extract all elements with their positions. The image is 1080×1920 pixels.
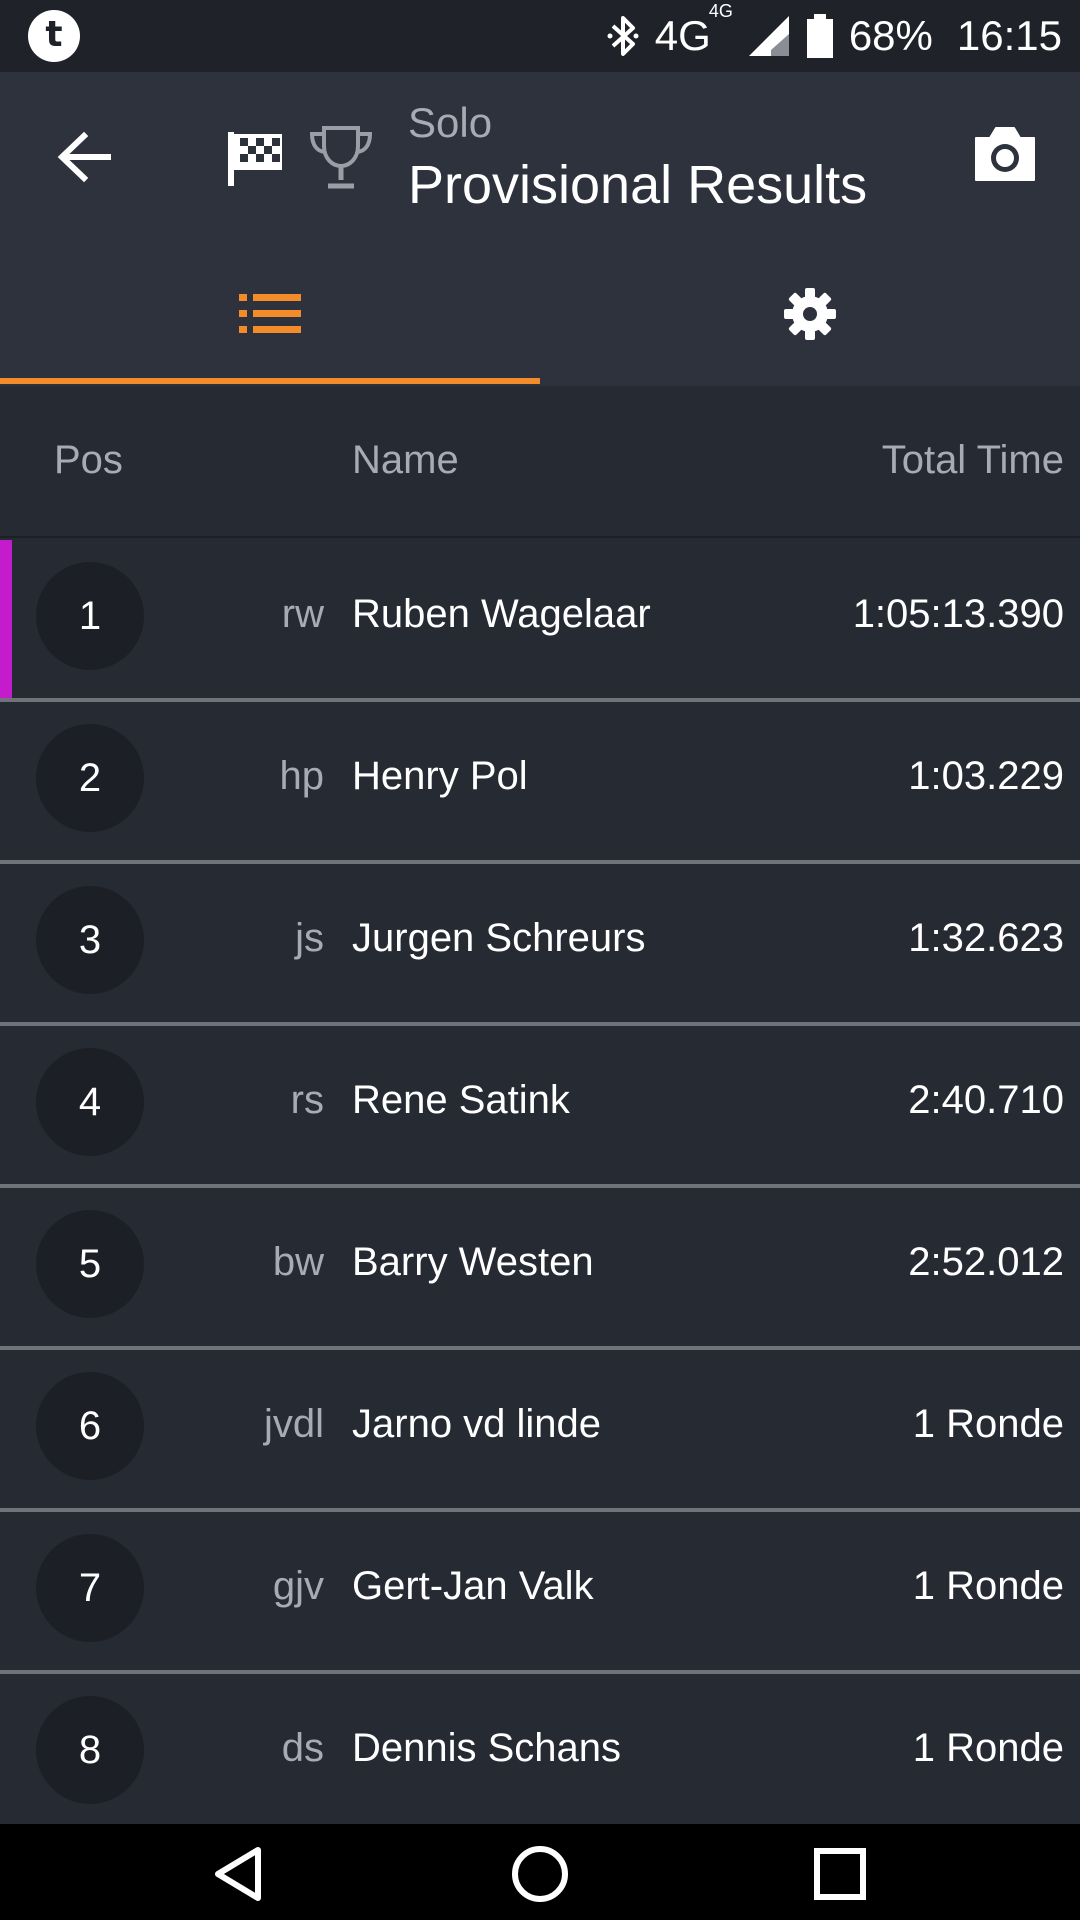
driver-name: Rene Satink [352, 1078, 570, 1122]
total-time: 2:40.710 [908, 1078, 1064, 1122]
session-subtitle: Solo [408, 99, 493, 146]
driver-name: Barry Westen [352, 1240, 594, 1284]
app-notification-icon: t [28, 10, 80, 62]
table-row[interactable]: 7 gjv Gert-Jan Valk 1 Ronde [0, 1512, 1080, 1674]
total-time: 1:05:13.390 [852, 592, 1064, 636]
driver-name: Dennis Schans [352, 1726, 622, 1770]
total-time: 1 Ronde [912, 1726, 1064, 1770]
back-arrow-icon[interactable] [50, 122, 120, 192]
driver-initials: rw [281, 592, 324, 636]
tab-results-list[interactable] [0, 242, 540, 386]
position-badge: 7 [36, 1534, 144, 1642]
camera-icon[interactable] [970, 122, 1040, 186]
driver-name: Jurgen Schreurs [352, 916, 646, 960]
driver-name: Ruben Wagelaar [352, 592, 651, 636]
driver-initials: hp [279, 754, 325, 798]
signal-icon [748, 16, 789, 56]
position-badge: 3 [36, 886, 144, 994]
header-name: Name [352, 438, 459, 482]
results-list: 1 rw Ruben Wagelaar 1:05:13.390 2 hp Hen… [0, 540, 1080, 1836]
driver-initials: gjv [272, 1564, 324, 1608]
app-bar: Solo Provisional Results [0, 72, 1080, 242]
table-row[interactable]: 5 bw Barry Westen 2:52.012 [0, 1188, 1080, 1350]
results-table-header: Pos Name Total Time [0, 386, 1080, 538]
bluetooth-icon [607, 16, 639, 56]
nav-back-icon[interactable] [208, 1842, 272, 1906]
position-badge: 1 [36, 562, 144, 670]
driver-name: Jarno vd linde [352, 1402, 602, 1446]
list-icon [239, 294, 301, 333]
table-row[interactable]: 2 hp Henry Pol 1:03.229 [0, 702, 1080, 864]
battery-percent: 68% [848, 12, 933, 59]
tab-settings[interactable] [540, 242, 1080, 386]
nav-recents-icon[interactable] [808, 1842, 872, 1906]
header-pos: Pos [54, 438, 123, 482]
trophy-icon [309, 126, 373, 189]
driver-initials: rs [290, 1078, 324, 1122]
position-badge: 8 [36, 1696, 144, 1804]
system-nav-bar [0, 1824, 1080, 1920]
position-badge: 2 [36, 724, 144, 832]
total-time: 2:52.012 [908, 1240, 1064, 1284]
battery-icon [806, 14, 833, 58]
driver-name: Henry Pol [352, 754, 528, 798]
driver-initials: js [295, 916, 324, 960]
total-time: 1:03.229 [908, 754, 1064, 798]
table-row[interactable]: 1 rw Ruben Wagelaar 1:05:13.390 [0, 540, 1080, 702]
page-title: Provisional Results [408, 155, 868, 215]
table-row[interactable]: 3 js Jurgen Schreurs 1:32.623 [0, 864, 1080, 1026]
position-badge: 4 [36, 1048, 144, 1156]
table-row[interactable]: 6 jvdl Jarno vd linde 1 Ronde [0, 1350, 1080, 1512]
network-type: 4G4G [654, 1, 733, 59]
header-total-time: Total Time [881, 438, 1064, 482]
driver-initials: bw [272, 1240, 324, 1284]
position-badge: 5 [36, 1210, 144, 1318]
clock: 16:15 [956, 12, 1062, 59]
total-time: 1:32.623 [908, 916, 1064, 960]
driver-initials: ds [281, 1726, 324, 1770]
total-time: 1 Ronde [912, 1402, 1064, 1446]
total-time: 1 Ronde [912, 1564, 1064, 1608]
tab-bar [0, 242, 1080, 386]
position-badge: 6 [36, 1372, 144, 1480]
tab-indicator [0, 378, 540, 384]
status-bar: t 4G4G 68% 16:15 [0, 0, 1080, 72]
nav-home-icon[interactable] [508, 1842, 572, 1906]
table-row[interactable]: 8 ds Dennis Schans 1 Ronde [0, 1674, 1080, 1836]
checkered-flag-icon [228, 132, 282, 186]
table-row[interactable]: 4 rs Rene Satink 2:40.710 [0, 1026, 1080, 1188]
driver-name: Gert-Jan Valk [352, 1564, 594, 1608]
driver-initials: jvdl [263, 1402, 324, 1446]
leader-accent-bar [0, 540, 12, 698]
gear-icon [784, 288, 836, 340]
status-indicators: 4G4G 68% 16:15 [605, 0, 1062, 72]
